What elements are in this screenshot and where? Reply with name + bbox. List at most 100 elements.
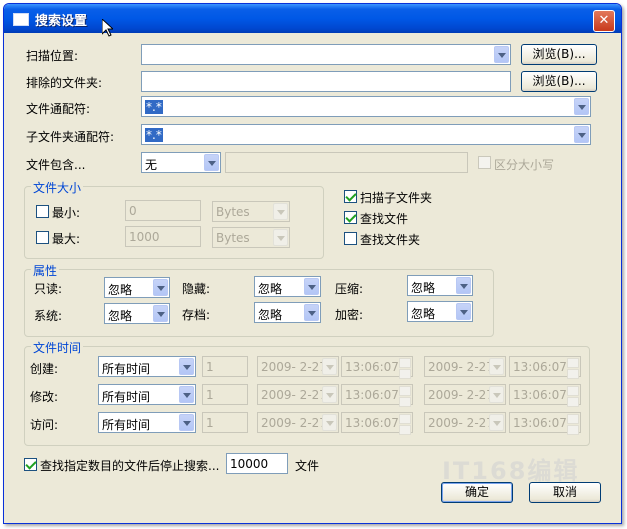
subfolder-wildcard-value: *.*	[145, 128, 163, 142]
max-size-label: 最大:	[52, 232, 81, 246]
chevron-down-icon[interactable]	[456, 303, 471, 320]
cancel-button[interactable]: 取消	[529, 482, 601, 503]
scan-subfolders-label: 扫描子文件夹	[360, 191, 433, 205]
exclude-folders-input[interactable]	[141, 71, 511, 92]
chevron-down-icon	[489, 414, 504, 431]
window-icon	[13, 13, 29, 26]
close-button[interactable]: ✕	[593, 10, 615, 32]
chevron-down-icon[interactable]	[456, 277, 471, 294]
max-size-unit-value: Bytes	[216, 231, 250, 245]
chevron-down-icon[interactable]	[153, 279, 168, 296]
accessed-time-mode-value: 所有时间	[102, 418, 151, 432]
file-time-group-title: 文件时间	[31, 339, 84, 356]
modified-time-mode-select[interactable]: 所有时间	[98, 384, 196, 405]
find-folders-label: 查找文件夹	[360, 233, 421, 247]
chevron-down-icon[interactable]	[574, 126, 589, 143]
accessed-date-value-2: 2009- 2-27	[428, 416, 494, 430]
file-size-group-title: 文件大小	[31, 179, 84, 196]
created-clock-value-2: 13:06:07	[513, 360, 567, 374]
browse-location-button[interactable]: 浏览(B)...	[521, 44, 597, 65]
encrypted-select[interactable]: 忽略	[407, 301, 473, 322]
accessed-clock-picker-2: 13:06:07	[509, 412, 581, 435]
modified-time-mode-value: 所有时间	[102, 390, 151, 404]
min-size-input: 0	[125, 200, 201, 221]
min-size-value: 0	[129, 204, 137, 218]
chevron-down-icon[interactable]	[179, 358, 194, 375]
compressed-label: 压缩:	[335, 282, 364, 296]
file-wildcard-value: *.*	[145, 100, 163, 114]
readonly-select[interactable]: 忽略	[104, 277, 170, 298]
chevron-down-icon[interactable]	[179, 414, 194, 431]
search-settings-dialog: 搜索设置 ✕ 扫描位置: 浏览(B)... 排除的文件夹: 浏览(B)... 文…	[3, 3, 622, 524]
subfolder-wildcard-label: 子文件夹通配符:	[26, 130, 115, 144]
max-size-value: 1000	[129, 230, 160, 244]
chevron-down-icon[interactable]	[153, 305, 168, 322]
chevron-down-icon	[273, 229, 288, 246]
chevron-down-icon[interactable]	[304, 278, 319, 295]
accessed-clock-picker-1: 13:06:07	[341, 412, 413, 435]
readonly-value: 忽略	[108, 283, 133, 297]
compressed-select[interactable]: 忽略	[407, 275, 473, 296]
created-date-picker-1: 2009- 2-27	[257, 356, 339, 377]
file-contains-mode-select[interactable]: 无	[141, 152, 221, 173]
watermark-logo: IT168编辑	[442, 457, 580, 485]
max-size-checkbox[interactable]	[36, 231, 49, 244]
hidden-value: 忽略	[258, 282, 283, 296]
chevron-down-icon	[489, 358, 504, 375]
case-sensitive-checkbox	[478, 156, 491, 169]
encrypted-value: 忽略	[411, 307, 436, 321]
stop-after-checkbox[interactable]	[24, 458, 37, 471]
chevron-down-icon[interactable]	[574, 98, 589, 115]
accessed-time-label: 访问:	[30, 418, 59, 432]
file-wildcard-combo[interactable]: *.*	[141, 96, 591, 117]
find-files-checkbox[interactable]	[344, 211, 357, 224]
chevron-down-icon	[322, 386, 337, 403]
chevron-down-icon[interactable]	[494, 46, 509, 63]
accessed-date-picker-1: 2009- 2-27	[257, 412, 339, 433]
chevron-down-icon	[273, 203, 288, 220]
readonly-label: 只读:	[34, 282, 63, 296]
max-size-input: 1000	[125, 226, 201, 247]
system-select[interactable]: 忽略	[104, 303, 170, 324]
max-size-unit-select: Bytes	[212, 227, 290, 248]
stop-after-count-input[interactable]: 10000	[226, 453, 288, 474]
system-label: 系统:	[34, 309, 63, 323]
chevron-down-icon	[322, 358, 337, 375]
scan-subfolders-checkbox[interactable]	[344, 190, 357, 203]
created-time-mode-select[interactable]: 所有时间	[98, 356, 196, 377]
case-sensitive-label: 区分大小写	[494, 158, 555, 172]
created-date-picker-2: 2009- 2-27	[424, 356, 506, 377]
hidden-label: 隐藏:	[182, 282, 211, 296]
attributes-group-title: 属性	[31, 262, 60, 279]
encrypted-label: 加密:	[335, 308, 364, 322]
spinner-arrows-icon	[567, 414, 579, 435]
modified-time-count-value: 1	[206, 388, 214, 402]
created-clock-picker-2: 13:06:07	[509, 356, 581, 379]
scan-location-label: 扫描位置:	[26, 49, 79, 63]
file-contains-mode-value: 无	[145, 158, 158, 172]
chevron-down-icon[interactable]	[179, 386, 194, 403]
find-folders-checkbox[interactable]	[344, 232, 357, 245]
hidden-select[interactable]: 忽略	[254, 276, 321, 297]
modified-clock-picker-1: 13:06:07	[341, 384, 413, 407]
spinner-arrows-icon	[399, 358, 411, 379]
created-clock-value-1: 13:06:07	[345, 360, 399, 374]
subfolder-wildcard-combo[interactable]: *.*	[141, 124, 591, 145]
archive-label: 存档:	[182, 308, 211, 322]
ok-button[interactable]: 确定	[441, 482, 513, 503]
accessed-time-count-value: 1	[206, 416, 214, 430]
chevron-down-icon[interactable]	[204, 154, 219, 171]
archive-select[interactable]: 忽略	[254, 302, 321, 323]
file-contains-input	[225, 152, 468, 173]
browse-exclude-button[interactable]: 浏览(B)...	[521, 71, 597, 92]
archive-value: 忽略	[258, 308, 283, 322]
scan-location-combo[interactable]	[141, 44, 511, 65]
chevron-down-icon[interactable]	[304, 304, 319, 321]
min-size-checkbox[interactable]	[36, 205, 49, 218]
stop-after-label: 查找指定数目的文件后停止搜索...	[40, 459, 220, 473]
modified-date-picker-2: 2009- 2-27	[424, 384, 506, 405]
min-size-label: 最小:	[52, 206, 81, 220]
title-bar: 搜索设置 ✕	[4, 4, 621, 37]
modified-clock-value-2: 13:06:07	[513, 388, 567, 402]
accessed-time-mode-select[interactable]: 所有时间	[98, 412, 196, 433]
